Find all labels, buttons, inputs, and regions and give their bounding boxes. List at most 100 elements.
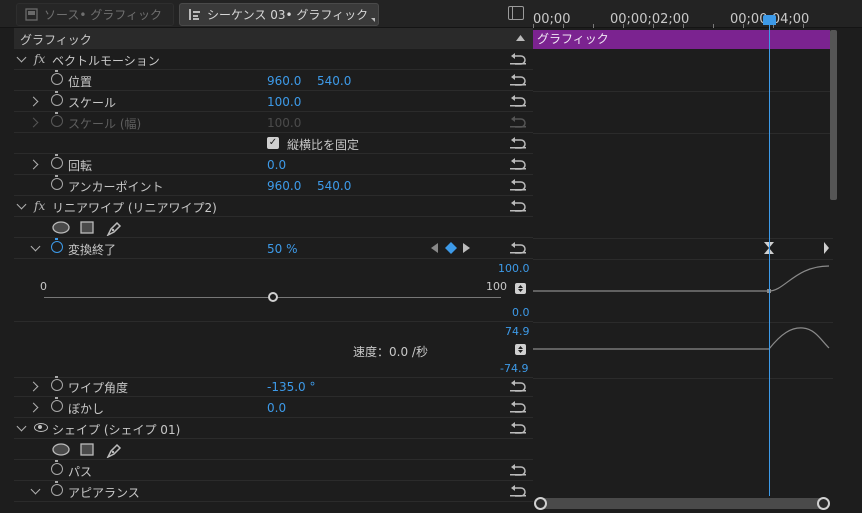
- position-x-value[interactable]: 960.0: [267, 74, 301, 88]
- prop-row-uniform-scale[interactable]: ✓ 縦横比を固定: [14, 133, 533, 154]
- graph-toggle-icon[interactable]: [515, 344, 526, 355]
- stopwatch-icon[interactable]: [51, 460, 63, 475]
- prop-row-anchor[interactable]: アンカーポイント 960.0 540.0: [14, 175, 533, 196]
- reset-icon[interactable]: [510, 199, 526, 212]
- scale-value[interactable]: 100.0: [267, 95, 301, 109]
- reset-icon[interactable]: [510, 421, 526, 434]
- fx-icon[interactable]: fx: [34, 52, 45, 66]
- stopwatch-icon[interactable]: [51, 481, 63, 496]
- prop-row-appearance[interactable]: アピアランス: [14, 481, 533, 502]
- stopwatch-icon[interactable]: [51, 175, 63, 190]
- sequence-icon: [189, 9, 200, 20]
- scroll-start-handle[interactable]: [534, 497, 547, 510]
- reset-icon[interactable]: [510, 178, 526, 191]
- reset-icon[interactable]: [510, 52, 526, 65]
- pen-tool-icon[interactable]: [106, 443, 122, 458]
- reset-icon[interactable]: [510, 157, 526, 170]
- pen-mask-icon[interactable]: [106, 221, 122, 236]
- reset-icon[interactable]: [510, 136, 526, 149]
- add-keyframe-icon[interactable]: [445, 242, 457, 254]
- tab-source[interactable]: ソース• グラフィック: [16, 3, 174, 26]
- prop-row-transition-completion[interactable]: 変換終了 50 %: [14, 238, 533, 259]
- effect-row-linear-wipe[interactable]: fx リニアワイプ (リニアワイプ2): [14, 196, 533, 217]
- tab-sequence-label: シーケンス 03• グラフィック: [207, 8, 369, 22]
- timeline-toggle-icon[interactable]: [508, 6, 524, 20]
- chevron-down-icon[interactable]: [30, 241, 41, 252]
- stopwatch-icon[interactable]: [51, 154, 63, 169]
- reset-icon[interactable]: [510, 484, 526, 497]
- stopwatch-icon[interactable]: [51, 397, 63, 412]
- angle-value[interactable]: -135.0 °: [267, 380, 316, 394]
- reset-icon[interactable]: [510, 463, 526, 476]
- velocity-min-label: -74.9: [500, 362, 529, 375]
- prop-row-scale[interactable]: スケール 100.0: [14, 91, 533, 112]
- stopwatch-icon[interactable]: [51, 91, 63, 106]
- prop-row-wipe-angle[interactable]: ワイプ角度 -135.0 °: [14, 376, 533, 397]
- stopwatch-icon[interactable]: [51, 376, 63, 391]
- reset-icon[interactable]: [510, 241, 526, 254]
- prop-position-label: 位置: [68, 75, 93, 89]
- keyframe-edge-icon: [824, 242, 829, 254]
- prop-row-rotation[interactable]: 回転 0.0: [14, 154, 533, 175]
- chevron-down-icon[interactable]: [16, 421, 27, 432]
- prop-appearance-label: アピアランス: [68, 486, 140, 500]
- collapse-up-icon[interactable]: [516, 35, 525, 41]
- stopwatch-icon[interactable]: [51, 70, 63, 85]
- rectangle-tool-icon[interactable]: [80, 443, 94, 456]
- effect-motion-label: ベクトルモーション: [52, 54, 160, 68]
- anchor-x-value[interactable]: 960.0: [267, 179, 301, 193]
- chevron-down-icon[interactable]: [16, 199, 27, 210]
- prop-scale-label: スケール: [68, 96, 117, 110]
- prop-anchor-label: アンカーポイント: [68, 180, 164, 194]
- ellipse-mask-icon[interactable]: [52, 221, 70, 234]
- reset-icon[interactable]: [510, 400, 526, 413]
- fx-icon[interactable]: fx: [34, 199, 45, 213]
- feather-value[interactable]: 0.0: [267, 401, 286, 415]
- timeline-ruler[interactable]: 00;00 00;00;02;00 00;00;04;00: [533, 0, 833, 28]
- playhead-line[interactable]: [769, 18, 770, 496]
- vertical-scrollbar[interactable]: [830, 30, 837, 200]
- scroll-end-handle[interactable]: [817, 497, 830, 510]
- rectangle-mask-icon[interactable]: [80, 221, 94, 234]
- timeline-panel[interactable]: グラフィック: [533, 28, 833, 513]
- chevron-right-icon[interactable]: [28, 402, 39, 413]
- chevron-down-icon[interactable]: [16, 52, 27, 63]
- prop-path-label: パス: [68, 465, 93, 479]
- anchor-y-value[interactable]: 540.0: [317, 179, 351, 193]
- effect-row-shape[interactable]: シェイプ (シェイプ 01): [14, 418, 533, 439]
- reset-icon[interactable]: [510, 379, 526, 392]
- prop-row-path[interactable]: パス: [14, 460, 533, 481]
- value-min-label: 0.0: [512, 306, 530, 319]
- chevron-down-icon[interactable]: [30, 484, 41, 495]
- tab-source-label: ソース• グラフィック: [44, 8, 163, 22]
- uniform-scale-checkbox[interactable]: ✓: [267, 137, 279, 149]
- velocity-graph-area: 74.9 速度：0.0 /秒 -74.9: [14, 323, 533, 378]
- prop-row-feather[interactable]: ぼかし 0.0: [14, 397, 533, 418]
- position-y-value[interactable]: 540.0: [317, 74, 351, 88]
- chevron-right-icon[interactable]: [28, 159, 39, 170]
- effect-row-motion[interactable]: fx ベクトルモーション: [14, 49, 533, 70]
- effect-wipe-label: リニアワイプ (リニアワイプ2): [52, 201, 217, 215]
- ellipse-tool-icon[interactable]: [52, 443, 70, 456]
- horizontal-scrollbar[interactable]: [534, 497, 830, 510]
- tab-sequence[interactable]: シーケンス 03• グラフィック: [179, 3, 379, 26]
- chevron-right-icon[interactable]: [28, 381, 39, 392]
- chevron-right-icon[interactable]: [28, 96, 39, 107]
- stopwatch-icon: [51, 112, 63, 127]
- stopwatch-icon[interactable]: [51, 238, 63, 253]
- transition-value[interactable]: 50 %: [267, 242, 298, 256]
- reset-icon[interactable]: [510, 94, 526, 107]
- graph-toggle-icon[interactable]: [515, 283, 526, 294]
- rotation-value[interactable]: 0.0: [267, 158, 286, 172]
- velocity-label: 速度：0.0 /秒: [353, 345, 428, 359]
- eye-icon[interactable]: [34, 423, 48, 432]
- velocity-max-label: 74.9: [505, 325, 530, 338]
- slider-min-label: 0: [40, 280, 47, 293]
- reset-icon[interactable]: [510, 73, 526, 86]
- prop-row-position[interactable]: 位置 960.0 540.0: [14, 70, 533, 91]
- uniform-scale-label: 縦横比を固定: [287, 138, 360, 152]
- next-keyframe-icon[interactable]: [463, 243, 471, 253]
- value-slider-knob[interactable]: [267, 292, 278, 302]
- value-max-label: 100.0: [498, 262, 530, 275]
- prev-keyframe-icon[interactable]: [431, 243, 439, 253]
